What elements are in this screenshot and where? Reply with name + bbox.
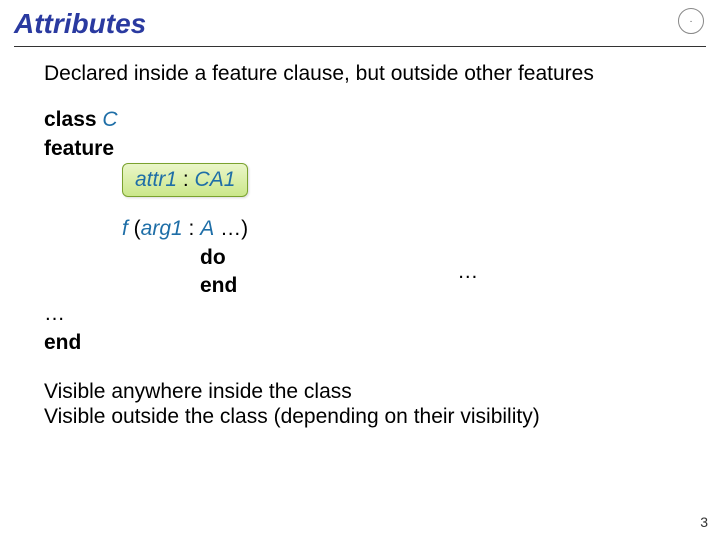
fn-open: ( (128, 217, 141, 240)
code-line-attr: attr1 : CA1 (44, 163, 676, 197)
fn-rest: …) (214, 217, 248, 240)
fn-arg-type: A (200, 217, 214, 240)
body-ellipsis: … (243, 260, 478, 283)
lead-text: Declared inside a feature clause, but ou… (44, 61, 676, 86)
logo-glyph: · (689, 16, 692, 27)
attr-colon: : (177, 168, 195, 191)
code-line-end-outer: end (44, 329, 676, 357)
fn-arg-colon: : (183, 217, 201, 240)
code-line-fn-sig: f (arg1 : A …) (44, 215, 676, 243)
code-line-feature: feature (44, 135, 676, 163)
page-number: 3 (700, 514, 708, 530)
code-line-mid-ellipsis: … (44, 300, 676, 328)
notes: Visible anywhere inside the class Visibl… (44, 379, 676, 429)
corner-logo-icon: · (678, 8, 704, 34)
slide-body: Declared inside a feature clause, but ou… (0, 47, 720, 429)
keyword-do: do (200, 246, 226, 269)
mid-ellipsis: … (44, 302, 65, 325)
spacer (44, 197, 676, 215)
note-line-1: Visible anywhere inside the class (44, 379, 676, 404)
keyword-end-inner: end (200, 274, 237, 297)
code-line-end-inner: end … (44, 272, 676, 300)
slide: Attributes · Declared inside a feature c… (0, 0, 720, 540)
class-name: C (102, 108, 117, 131)
attr-type: CA1 (195, 168, 236, 191)
fn-arg-name: arg1 (141, 217, 183, 240)
keyword-feature: feature (44, 137, 114, 160)
keyword-class: class (44, 108, 97, 131)
title-bar: Attributes (0, 0, 720, 44)
keyword-end-outer: end (44, 331, 81, 354)
note-line-2: Visible outside the class (depending on … (44, 404, 676, 429)
code-block: class C feature attr1 : CA1 f (arg1 : A … (44, 106, 676, 357)
slide-title: Attributes (14, 8, 146, 39)
code-line-class: class C (44, 106, 676, 134)
highlight-attr-decl: attr1 : CA1 (122, 163, 248, 197)
attr-name: attr1 (135, 168, 177, 191)
